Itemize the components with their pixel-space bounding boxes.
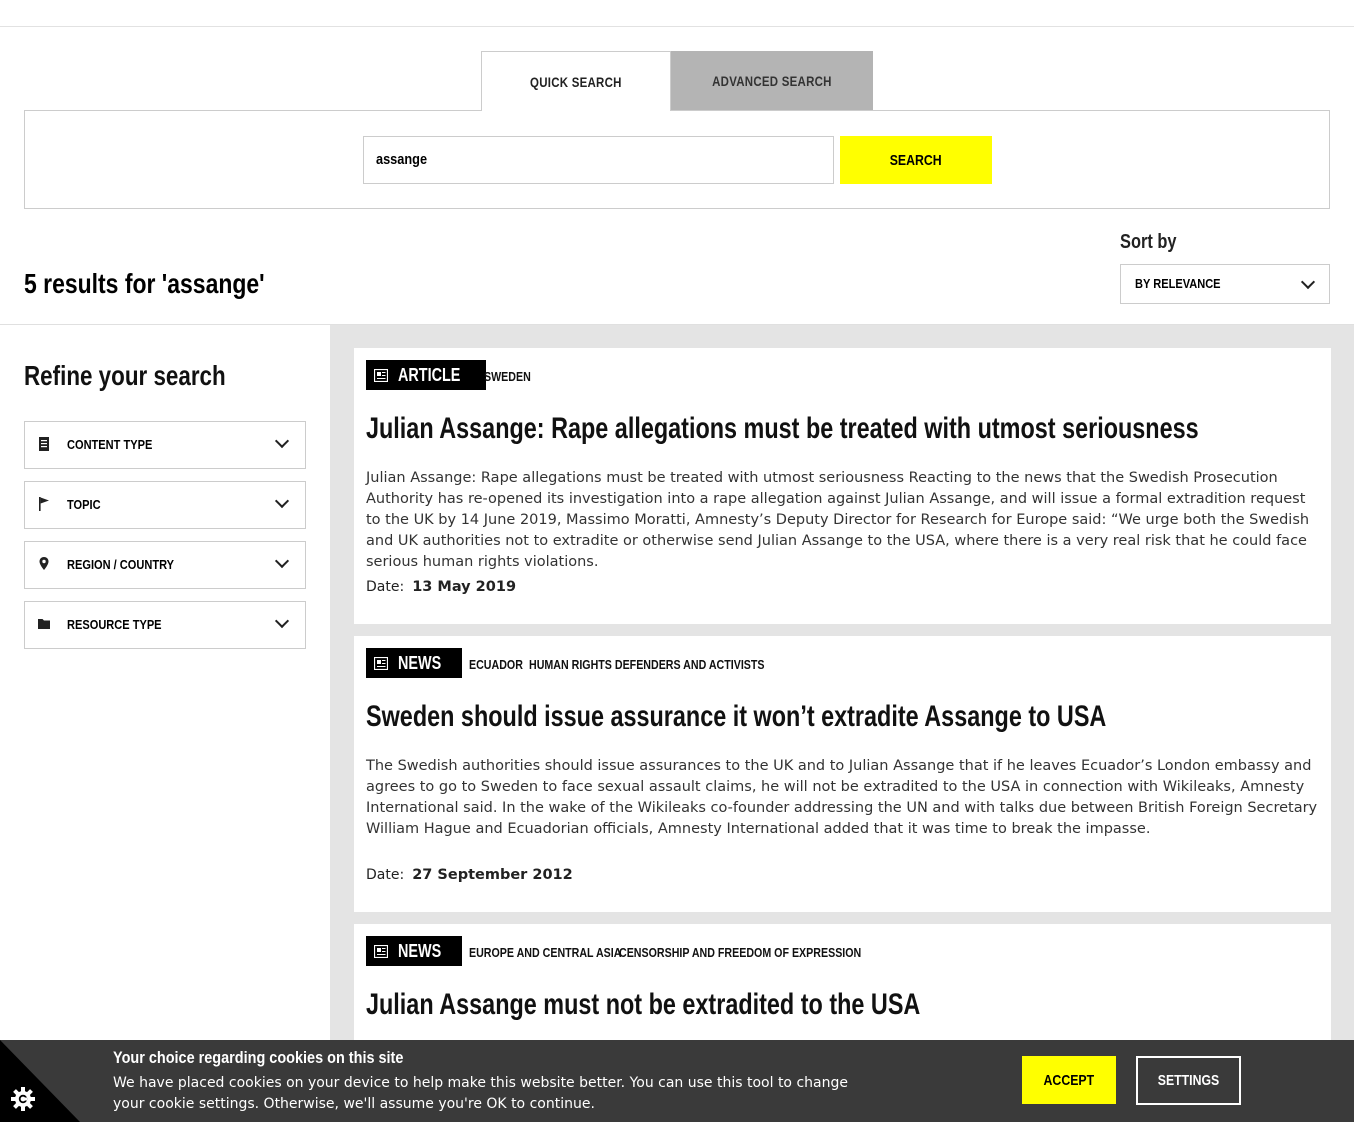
- result-excerpt: Julian Assange: Rape allegations must be…: [366, 470, 1310, 570]
- result-date: Date: 27 September 2012: [366, 867, 573, 883]
- tag-link[interactable]: SWEDEN: [484, 369, 541, 384]
- result-date: Date: 13 May 2019: [366, 579, 516, 595]
- sort-label: Sort by: [1120, 231, 1177, 253]
- content-type-badge: ARTICLE: [366, 360, 486, 390]
- results-count-heading: 5 results for 'assange': [24, 268, 265, 299]
- accept-cookies-button[interactable]: ACCEPT: [1022, 1056, 1116, 1104]
- tab-advanced-search[interactable]: ADVANCED SEARCH: [671, 51, 873, 111]
- result-title-link[interactable]: Sweden should issue assurance it won’t e…: [366, 700, 1315, 734]
- content-type-label: ARTICLE: [398, 364, 461, 385]
- tab-advanced-search-label: ADVANCED SEARCH: [712, 73, 832, 89]
- top-header-bar: [0, 0, 1354, 27]
- results-list: ARTICLE SWEDEN Julian Assange: Rape alle…: [330, 325, 1354, 1122]
- chevron-down-icon: [274, 553, 290, 569]
- cookie-settings-label: SETTINGS: [1157, 1072, 1220, 1089]
- cookie-banner: Your choice regarding cookies on this si…: [0, 1040, 1354, 1122]
- result-title-link[interactable]: Julian Assange must not be extradited to…: [366, 988, 1077, 1022]
- search-button[interactable]: SEARCH: [840, 136, 992, 184]
- filter-label: REGION / COUNTRY: [67, 557, 175, 572]
- filter-label: TOPIC: [67, 497, 101, 512]
- filter-topic[interactable]: TOPIC: [24, 481, 306, 529]
- content-type-badge: NEWS: [366, 648, 462, 678]
- chevron-down-icon: [274, 613, 290, 629]
- location-pin-icon: [39, 557, 49, 570]
- refine-sidebar: Refine your search CONTENT TYPE TOPIC RE…: [0, 325, 330, 1122]
- chevron-down-icon: [274, 493, 290, 509]
- flag-icon: [39, 497, 49, 511]
- tag-link[interactable]: CENSORSHIP AND FREEDOM OF EXPRESSION: [619, 945, 914, 960]
- filter-content-type[interactable]: CONTENT TYPE: [24, 421, 306, 469]
- tab-quick-search[interactable]: QUICK SEARCH: [481, 51, 671, 111]
- search-input[interactable]: assange: [363, 136, 834, 184]
- refine-title: Refine your search: [24, 360, 226, 391]
- result-title-link[interactable]: Julian Assange: Rape allegations must be…: [366, 412, 1354, 446]
- cookie-settings-button[interactable]: SETTINGS: [1136, 1056, 1241, 1105]
- folder-icon: [38, 619, 50, 629]
- filter-label: CONTENT TYPE: [67, 437, 153, 452]
- date-value: 27 September 2012: [412, 867, 573, 883]
- tab-quick-search-label: QUICK SEARCH: [530, 73, 622, 90]
- article-icon: [374, 368, 388, 382]
- tag-link[interactable]: ECUADOR: [469, 657, 535, 672]
- chevron-down-icon: [1300, 274, 1316, 290]
- document-icon: [39, 437, 49, 451]
- search-button-label: SEARCH: [890, 151, 942, 169]
- date-value: 13 May 2019: [412, 579, 517, 595]
- search-input-value: assange: [376, 151, 428, 168]
- filter-resource-type[interactable]: RESOURCE TYPE: [24, 601, 306, 649]
- cookie-title: Your choice regarding cookies on this si…: [113, 1048, 404, 1067]
- result-card: NEWS ECUADOR HUMAN RIGHTS DEFENDERS AND …: [354, 636, 1331, 912]
- cookie-message: We have placed cookies on your device to…: [113, 1075, 848, 1112]
- tag-link[interactable]: HUMAN RIGHTS DEFENDERS AND ACTIVISTS: [529, 657, 816, 672]
- search-panel: assange SEARCH: [24, 110, 1330, 209]
- sort-selected-value: BY RELEVANCE: [1135, 276, 1221, 291]
- search-tabs: QUICK SEARCH ADVANCED SEARCH: [481, 51, 873, 111]
- date-label: Date:: [366, 579, 405, 595]
- news-icon: [374, 656, 388, 670]
- filter-label: RESOURCE TYPE: [67, 617, 162, 632]
- content-type-badge: NEWS: [366, 936, 462, 966]
- result-excerpt: The Swedish authorities should issue ass…: [366, 758, 1318, 837]
- filter-region-country[interactable]: REGION / COUNTRY: [24, 541, 306, 589]
- cookie-settings-icon[interactable]: [10, 1086, 36, 1112]
- date-label: Date:: [366, 867, 405, 883]
- result-card: ARTICLE SWEDEN Julian Assange: Rape alle…: [354, 348, 1331, 624]
- sort-select[interactable]: BY RELEVANCE: [1120, 264, 1330, 304]
- content-type-label: NEWS: [398, 652, 442, 673]
- content-type-label: NEWS: [398, 940, 442, 961]
- chevron-down-icon: [274, 433, 290, 449]
- accept-cookies-label: ACCEPT: [1043, 1071, 1095, 1089]
- news-icon: [374, 944, 388, 958]
